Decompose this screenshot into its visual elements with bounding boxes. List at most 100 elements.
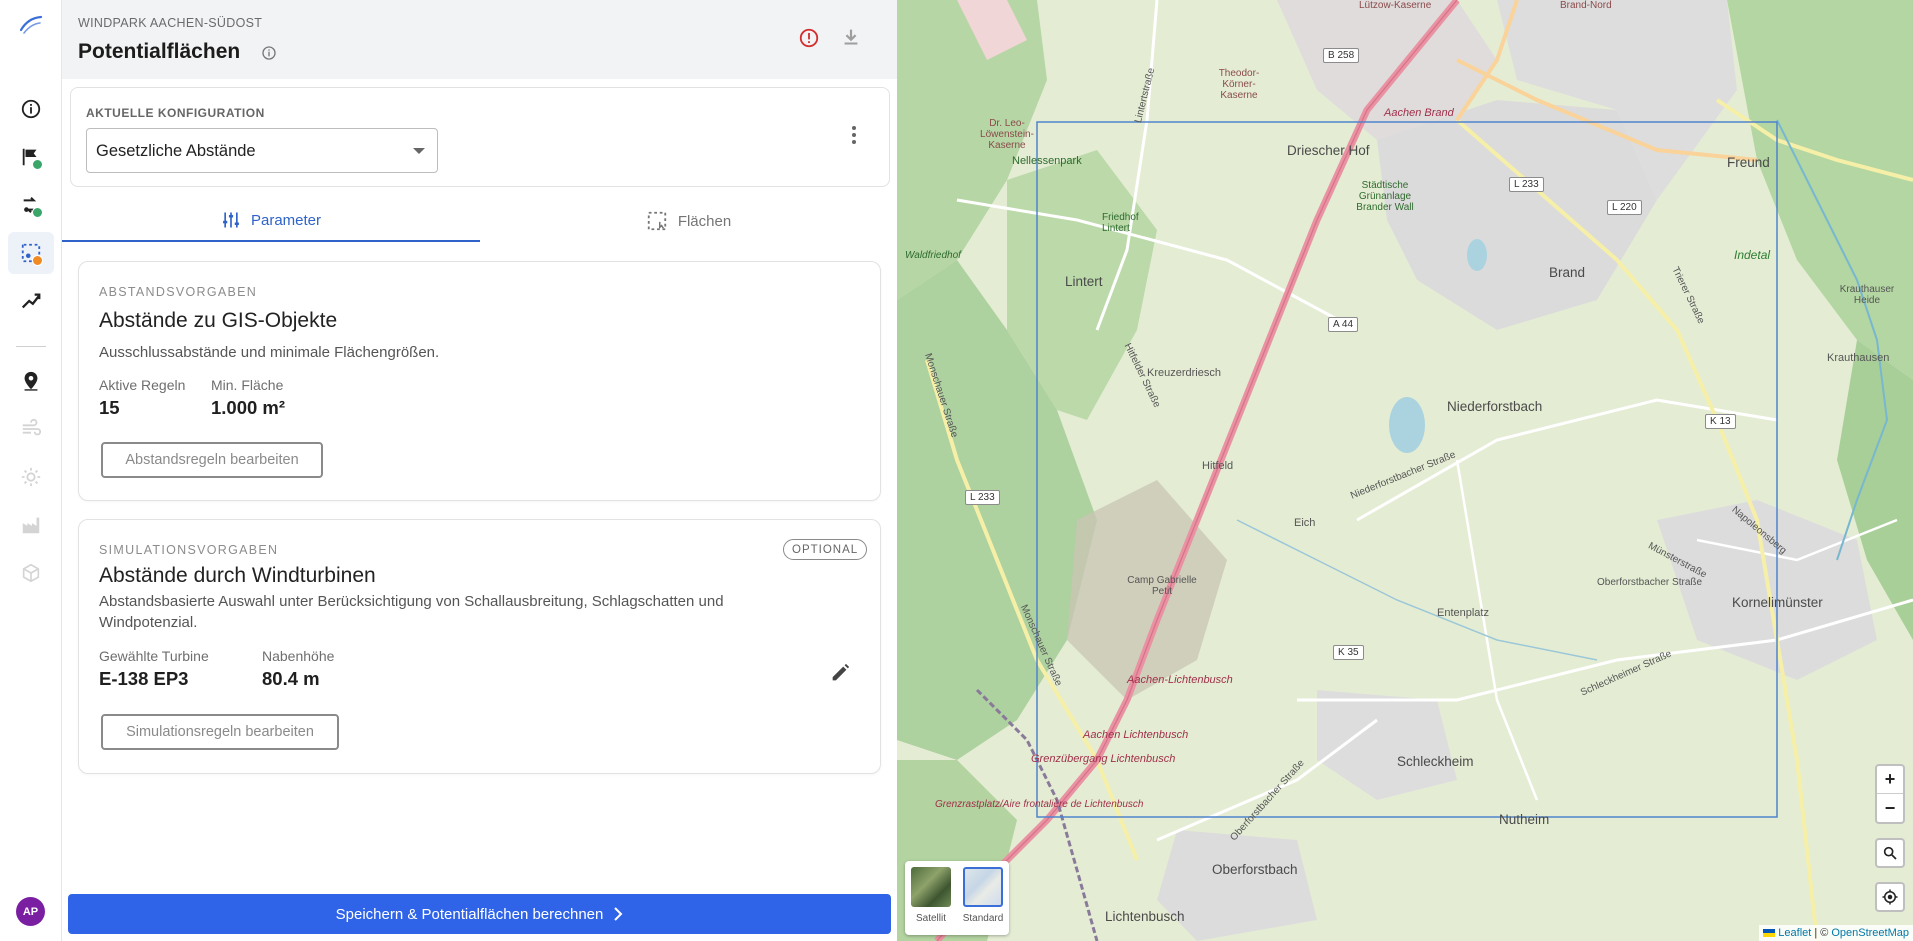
configuration-select[interactable]: Gesetzliche Abstände — [86, 128, 438, 173]
map-attribution: Leaflet | © OpenStreetMap — [1759, 925, 1913, 941]
zoom-control: + − — [1875, 764, 1905, 824]
simulation-rules-card: SIMULATIONSVORGABEN OPTIONAL Abstände du… — [78, 519, 881, 774]
sun-shadow-icon — [21, 467, 41, 487]
more-vertical-icon[interactable] — [851, 125, 857, 145]
map-label: Oberforstbach — [1212, 862, 1298, 877]
left-nav-rail: AP — [0, 0, 62, 941]
card-overline: SIMULATIONSVORGABEN — [99, 543, 279, 557]
factory-icon — [22, 517, 40, 534]
tab-flaechen[interactable]: Flächen — [480, 200, 897, 242]
stat-value: 80.4 m — [262, 668, 320, 689]
panel-header: WINDPARK AACHEN-SÜDOST Potentialflächen — [62, 0, 897, 79]
map-label: Grenzübergang Lichtenbusch — [1031, 753, 1176, 765]
map-label: Theodor-Körner-Kaserne — [1218, 68, 1260, 101]
stat-value: E-138 EP3 — [99, 668, 189, 689]
tab-parameter-label: Parameter — [250, 211, 322, 229]
save-and-calculate-label: Speichern & Potentialflächen berechnen — [335, 905, 604, 923]
save-and-calculate-button[interactable]: Speichern & Potentialflächen berechnen — [68, 894, 891, 934]
card-description: Abstandsbasierte Auswahl unter Berücksic… — [99, 593, 724, 631]
layer-switcher: Satellit Standard — [905, 861, 1009, 935]
potential-areas-panel: WINDPARK AACHEN-SÜDOST Potentialflächen … — [62, 0, 897, 941]
map-label: Krauthausen — [1827, 352, 1890, 364]
map-label: Lintert — [1065, 274, 1103, 289]
stat-label: Gewählte Turbine — [99, 648, 209, 664]
nav-wind-disabled — [8, 408, 54, 450]
map-label: Kornelimünster — [1732, 595, 1823, 610]
cube-icon — [22, 563, 40, 583]
configuration-selected-value: Gesetzliche Abstände — [96, 142, 256, 160]
nav-layout[interactable] — [8, 280, 54, 322]
nav-divider — [16, 346, 46, 347]
road-shield: L 220 — [1607, 200, 1642, 215]
road-shield: L 233 — [1509, 177, 1544, 192]
map-label: Nellessenpark — [1012, 155, 1082, 167]
map-label: Lützow-Kaserne — [1359, 0, 1432, 11]
info-outline-icon[interactable] — [261, 45, 277, 61]
stat-label: Aktive Regeln — [99, 377, 186, 393]
nav-3d-disabled — [8, 552, 54, 594]
nav-shadow-disabled — [8, 456, 54, 498]
openstreetmap-link[interactable]: OpenStreetMap — [1831, 927, 1909, 939]
edit-simulation-rules-button[interactable]: Simulationsregeln bearbeiten — [101, 714, 339, 750]
app-logo-icon[interactable] — [18, 14, 44, 36]
map-locate-button[interactable] — [1875, 882, 1905, 912]
map-label: Eich — [1294, 517, 1316, 529]
tab-parameter[interactable]: Parameter — [62, 200, 480, 242]
stat-label: Nabenhöhe — [262, 648, 335, 664]
status-warning-badge — [32, 255, 43, 266]
project-name: WINDPARK AACHEN-SÜDOST — [78, 16, 263, 30]
tab-flaechen-label: Flächen — [677, 212, 732, 230]
ukraine-flag-icon — [1763, 929, 1776, 937]
map-label: Städtische Grünanlage Brander Wall — [1356, 180, 1414, 213]
card-title: Abstände durch Windturbinen — [99, 564, 376, 587]
road-shield: K 35 — [1333, 645, 1364, 660]
map-label: Oberforstbacher Straße — [1597, 577, 1703, 588]
chevron-right-icon — [614, 907, 623, 921]
road-shield: B 258 — [1323, 48, 1360, 63]
map-label: Aachen-Lichtenbusch — [1127, 674, 1233, 686]
map-label: Freund — [1727, 155, 1770, 170]
map-label: Dr. Leo-Löwenstein-Kaserne — [980, 118, 1034, 151]
chevron-down-icon — [413, 148, 425, 154]
stat-value: 15 — [99, 397, 120, 418]
map-label: Indetal — [1734, 248, 1771, 262]
info-icon — [21, 99, 41, 119]
nav-potential-areas[interactable] — [8, 232, 54, 274]
map-label: Krauthauser Heide — [1839, 284, 1895, 306]
search-icon — [1883, 846, 1897, 860]
layer-standard-thumbnail[interactable] — [963, 867, 1003, 907]
layer-satellite-thumbnail[interactable] — [911, 867, 951, 907]
nav-turbines[interactable] — [8, 184, 54, 226]
nav-location[interactable] — [8, 360, 54, 402]
card-overline: ABSTANDSVORGABEN — [99, 285, 258, 299]
configuration-card: AKTUELLE KONFIGURATION Gesetzliche Abstä… — [70, 87, 890, 187]
alert-circle-icon[interactable] — [798, 27, 820, 49]
wind-icon — [22, 418, 42, 436]
zoom-in-button[interactable]: + — [1877, 766, 1903, 794]
map-search-button[interactable] — [1875, 838, 1905, 868]
card-description: Ausschlussabstände und minimale Flächeng… — [99, 344, 440, 361]
map-label: Driescher Hof — [1287, 143, 1370, 158]
map-label: Brand-Nord — [1560, 0, 1612, 11]
crosshair-location-icon — [1882, 889, 1898, 905]
nav-project-info[interactable] — [8, 88, 54, 130]
edit-pencil-icon[interactable] — [829, 662, 851, 684]
download-icon[interactable] — [840, 26, 862, 48]
nav-wind-data[interactable] — [8, 136, 54, 178]
map-label: Aachen Lichtenbusch — [1083, 729, 1189, 741]
stat-value: 1.000 m² — [211, 397, 286, 418]
map-view[interactable]: Driescher Hof Lintert Brand Niederforstb… — [897, 0, 1913, 941]
location-pin-icon — [24, 371, 38, 391]
zoom-out-button[interactable]: − — [1877, 794, 1903, 822]
road-shield: L 233 — [965, 490, 1000, 505]
map-label: Kreuzerdriesch — [1147, 367, 1221, 379]
road-shield: K 13 — [1705, 414, 1736, 429]
stat-label: Min. Fläche — [211, 377, 284, 393]
edit-distance-rules-button[interactable]: Abstandsregeln bearbeiten — [101, 442, 323, 478]
leaflet-link[interactable]: Leaflet — [1778, 927, 1811, 939]
map-label: Brand — [1549, 265, 1586, 280]
map-label: Nutheim — [1499, 812, 1550, 827]
user-avatar[interactable]: AP — [16, 897, 45, 926]
card-title: Abstände zu GIS-Objekte — [99, 309, 338, 332]
map-label: Waldfriedhof — [905, 250, 961, 261]
